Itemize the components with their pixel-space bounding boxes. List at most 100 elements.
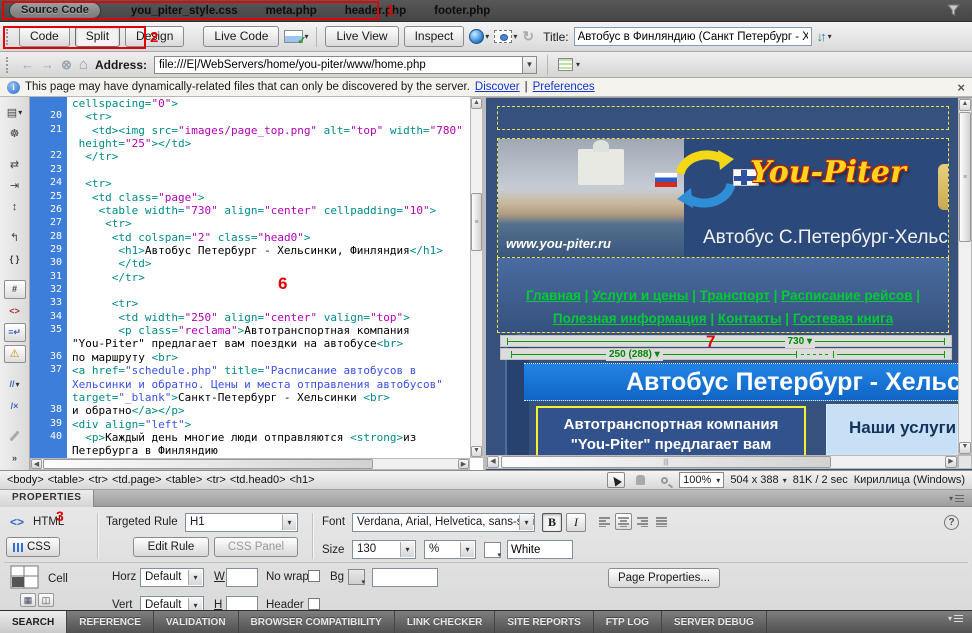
results-tab[interactable]: BROWSER COMPATIBILITY: [239, 611, 395, 633]
forward-icon[interactable]: →: [41, 57, 54, 72]
code-line[interactable]: <tr>: [72, 297, 470, 310]
results-tab[interactable]: REFERENCE: [67, 611, 154, 633]
document-title-input[interactable]: [574, 27, 812, 46]
design-header-banner[interactable]: www.you-piter.ru You-Piter Автобус С.Пет…: [497, 138, 949, 258]
code-line[interactable]: <td colspan="2" class="head0">: [72, 231, 470, 244]
align-right-icon[interactable]: [634, 513, 651, 530]
toolbar-grip[interactable]: [6, 57, 11, 73]
css-mode-button[interactable]: CSS: [6, 537, 60, 557]
horz-select[interactable]: Default: [140, 568, 204, 587]
tag-selector-item[interactable]: <h1>: [290, 474, 315, 486]
design-outer-table-border[interactable]: [497, 106, 949, 130]
code-line[interactable]: [72, 284, 470, 297]
results-tab[interactable]: FTP LOG: [594, 611, 662, 633]
scroll-up-icon[interactable]: ▲: [471, 98, 482, 109]
tag-selector-item[interactable]: <body>: [7, 474, 44, 486]
code-vertical-scrollbar[interactable]: ▲ ≡ ▼: [470, 97, 483, 458]
code-line[interactable]: <p>Каждый день многие люди отправляются …: [72, 431, 470, 444]
results-tab[interactable]: VALIDATION: [154, 611, 239, 633]
size-select[interactable]: 130: [352, 540, 416, 559]
edit-rule-button[interactable]: Edit Rule: [133, 537, 209, 557]
code-line[interactable]: по маршруту <br>: [72, 351, 470, 364]
scroll-down-icon[interactable]: ▼: [959, 442, 971, 454]
code-line[interactable]: target="_blank">Санкт-Петербург - Хельси…: [72, 391, 470, 404]
targeted-rule-select[interactable]: H1: [185, 513, 298, 532]
code-line[interactable]: Петербурга в Финляндию: [72, 444, 470, 457]
text-color-input[interactable]: [507, 540, 573, 559]
address-dropdown-icon[interactable]: ▼: [522, 56, 537, 74]
code-line[interactable]: <p class="reclama">Автотранспортная комп…: [72, 324, 470, 337]
scrollbar-thumb[interactable]: ≡: [471, 193, 482, 251]
related-file-tab[interactable]: footer.php: [434, 5, 490, 17]
properties-tab[interactable]: PROPERTIES: [0, 490, 94, 507]
code-line[interactable]: height="25"></td>: [72, 137, 470, 150]
scrollbar-thumb[interactable]: ≡: [959, 112, 971, 242]
expand-more-icon[interactable]: »: [4, 449, 26, 467]
code-line[interactable]: <tr>: [72, 110, 470, 123]
design-horizontal-scrollbar[interactable]: ◀ ||| ▶: [486, 455, 958, 469]
scroll-up-icon[interactable]: ▲: [959, 99, 971, 111]
results-tab[interactable]: SITE REPORTS: [495, 611, 593, 633]
panel-menu-icon[interactable]: ▾: [948, 614, 972, 623]
code-line[interactable]: </td>: [72, 257, 470, 270]
stop-icon[interactable]: ⊗: [61, 57, 72, 73]
code-line[interactable]: <a href="schedule.php" title="Расписание…: [72, 364, 470, 377]
italic-button[interactable]: I: [566, 513, 586, 532]
filter-related-files-icon[interactable]: [947, 4, 960, 17]
design-vertical-scrollbar[interactable]: ▲ ≡ ▼: [958, 98, 972, 455]
file-management-button[interactable]: ↓ ↑ ▾: [817, 29, 832, 44]
refresh-design-view-button[interactable]: ↻: [522, 28, 534, 45]
results-tab[interactable]: SEARCH: [0, 611, 67, 633]
bg-color-swatch[interactable]: [348, 569, 365, 585]
code-line[interactable]: <h1>Автобус Петербург - Хельсинки, Финля…: [72, 244, 470, 257]
code-line[interactable]: <td width="250" align="center" valign="t…: [72, 311, 470, 324]
css-panel-button[interactable]: CSS Panel: [214, 537, 298, 557]
scrollbar-thumb[interactable]: |||: [501, 456, 831, 468]
tag-selector-item[interactable]: <td.page>: [112, 474, 162, 486]
tag-selector-item[interactable]: <tr>: [206, 474, 226, 486]
code-line[interactable]: "You-Piter" предлагает вам поездки на ав…: [72, 337, 470, 350]
merge-cells-icon[interactable]: ▦: [20, 593, 36, 607]
code-line[interactable]: и обратно</a></p>: [72, 404, 470, 417]
tag-selector-item[interactable]: <table>: [48, 474, 85, 486]
panel-menu-icon[interactable]: ▾: [949, 494, 964, 503]
design-view[interactable]: www.you-piter.ru You-Piter Автобус С.Пет…: [486, 97, 972, 470]
open-documents-icon[interactable]: ▤▾: [4, 103, 26, 121]
select-parent-tag-icon[interactable]: ↰: [4, 228, 26, 246]
nav-link[interactable]: Полезная информация: [553, 311, 707, 326]
cell-width-input[interactable]: [226, 568, 258, 587]
nav-link[interactable]: Гостевая книга: [793, 311, 893, 326]
live-view-button[interactable]: Live View: [325, 26, 398, 47]
nav-link[interactable]: Главная: [526, 288, 581, 303]
collapse-selection-icon[interactable]: ⇥: [4, 176, 26, 194]
code-line[interactable]: <div align="left">: [72, 418, 470, 431]
hand-tool-icon[interactable]: [631, 472, 649, 488]
code-line[interactable]: Хельсинки и обратно. Цены и места отправ…: [72, 378, 470, 391]
address-input[interactable]: [154, 56, 522, 74]
code-line[interactable]: <tr>: [72, 177, 470, 190]
scroll-down-icon[interactable]: ▼: [471, 446, 482, 457]
balance-braces-icon[interactable]: { }: [4, 250, 26, 268]
code-line[interactable]: </tr>: [72, 271, 470, 284]
code-line[interactable]: <tr>: [72, 217, 470, 230]
scroll-left-icon[interactable]: ◀: [487, 456, 499, 468]
nav-link[interactable]: Контакты: [718, 311, 782, 326]
code-line[interactable]: <td class="page">: [72, 191, 470, 204]
column-width-label[interactable]: 250 (288) ▾: [606, 349, 663, 361]
bg-color-input[interactable]: [372, 568, 438, 587]
preferences-link[interactable]: Preferences: [533, 81, 595, 93]
tag-selector-item[interactable]: <tr>: [88, 474, 108, 486]
code-line[interactable]: <table width="730" align="center" cellpa…: [72, 204, 470, 217]
zoom-tool-icon[interactable]: [655, 472, 673, 488]
syntax-error-alerts-icon[interactable]: ⚠: [4, 345, 26, 364]
expand-all-icon[interactable]: ↕: [4, 198, 26, 216]
inspect-button[interactable]: Inspect: [404, 26, 465, 47]
select-tool-icon[interactable]: [607, 472, 625, 488]
align-center-icon[interactable]: [615, 513, 632, 530]
unit-select[interactable]: %: [424, 540, 476, 559]
scroll-right-icon[interactable]: ▶: [458, 459, 469, 469]
code-horizontal-scrollbar[interactable]: ◀ ▶: [30, 458, 470, 470]
outer-table-width-label[interactable]: 730 ▾: [785, 336, 816, 348]
word-wrap-icon[interactable]: ≡↵: [4, 323, 26, 342]
highlight-invalid-code-icon[interactable]: <>: [4, 302, 26, 320]
